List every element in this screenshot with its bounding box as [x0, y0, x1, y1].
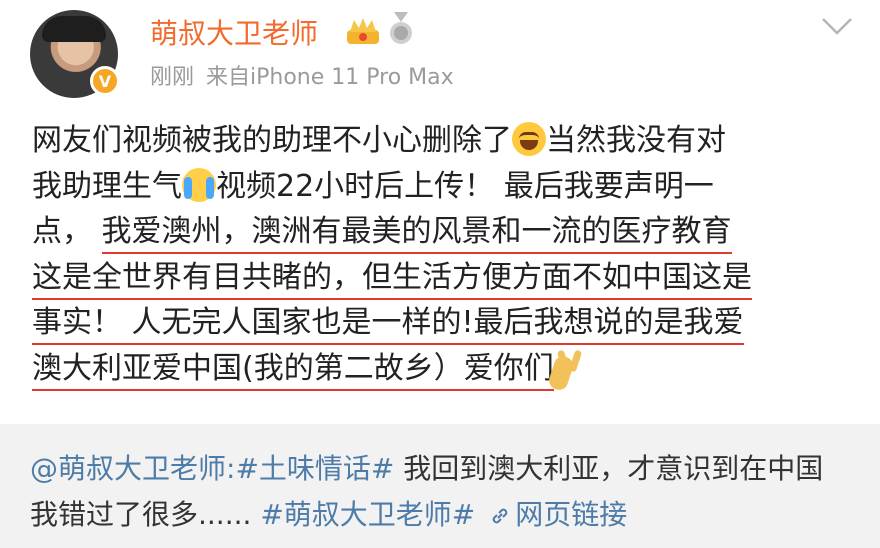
- underlined-text: 我爱澳州，澳洲有最美的风景和一流的医疗教育: [101, 214, 732, 254]
- repost-card[interactable]: @萌叔大卫老师:#土味情话# 我回到澳大利亚，才意识到在中国我错过了很多....…: [0, 424, 880, 548]
- link-icon: [492, 508, 508, 524]
- verified-v-icon: V: [90, 66, 120, 96]
- laughing-emoji-icon: [512, 122, 546, 156]
- chevron-down-icon[interactable]: [820, 14, 854, 38]
- crying-emoji-icon: [182, 167, 216, 202]
- web-link[interactable]: 网页链接: [515, 498, 627, 531]
- topic-link[interactable]: #萌叔大卫老师#: [260, 498, 475, 531]
- post-time: 刚刚: [150, 65, 195, 90]
- post-source: 来自iPhone 11 Pro Max: [206, 65, 454, 90]
- post-text-part: 视频22小时后上传！ 最后我要声明一: [216, 168, 714, 204]
- repost-text: @萌叔大卫老师:#土味情话# 我回到澳大利亚，才意识到在中国我错过了很多....…: [30, 446, 850, 538]
- underlined-text: 澳大利亚爱中国(我的第二故乡）爱你们: [32, 350, 554, 391]
- repost-author-link[interactable]: @萌叔大卫老师:: [30, 452, 235, 485]
- avatar[interactable]: V: [30, 10, 120, 98]
- underlined-text: 这是全世界有目共睹的，但生活方便方面不如中国这是: [32, 259, 752, 300]
- post-text-part: 点，: [32, 214, 92, 249]
- post-text-part: 我助理生气: [32, 168, 182, 204]
- username[interactable]: 萌叔大卫老师: [150, 12, 318, 52]
- post-text-part: 网友们视频被我的助理不小心删除了: [32, 123, 512, 158]
- victory-hand-emoji-icon: [554, 350, 588, 384]
- post-text: 网友们视频被我的助理不小心删除了 当然我没有对 我助理生气 视频22小时后上传！ 最…: [32, 118, 852, 391]
- avatar-hair: [42, 16, 106, 42]
- medal-badge-icon[interactable]: [388, 12, 414, 46]
- underlined-text: 事实！ 人无完人国家也是一样的!最后我想说的是我爱: [32, 305, 744, 345]
- post-meta: 刚刚 来自iPhone 11 Pro Max: [150, 59, 454, 91]
- crown-badge-icon[interactable]: [346, 16, 380, 46]
- post-text-part: 当然我没有对: [546, 123, 726, 158]
- topic-link[interactable]: #土味情话#: [235, 452, 394, 485]
- weibo-post: V 萌叔大卫老师 刚刚 来自iPhone 11 Pro Max 网友们视频被我的助…: [0, 0, 880, 548]
